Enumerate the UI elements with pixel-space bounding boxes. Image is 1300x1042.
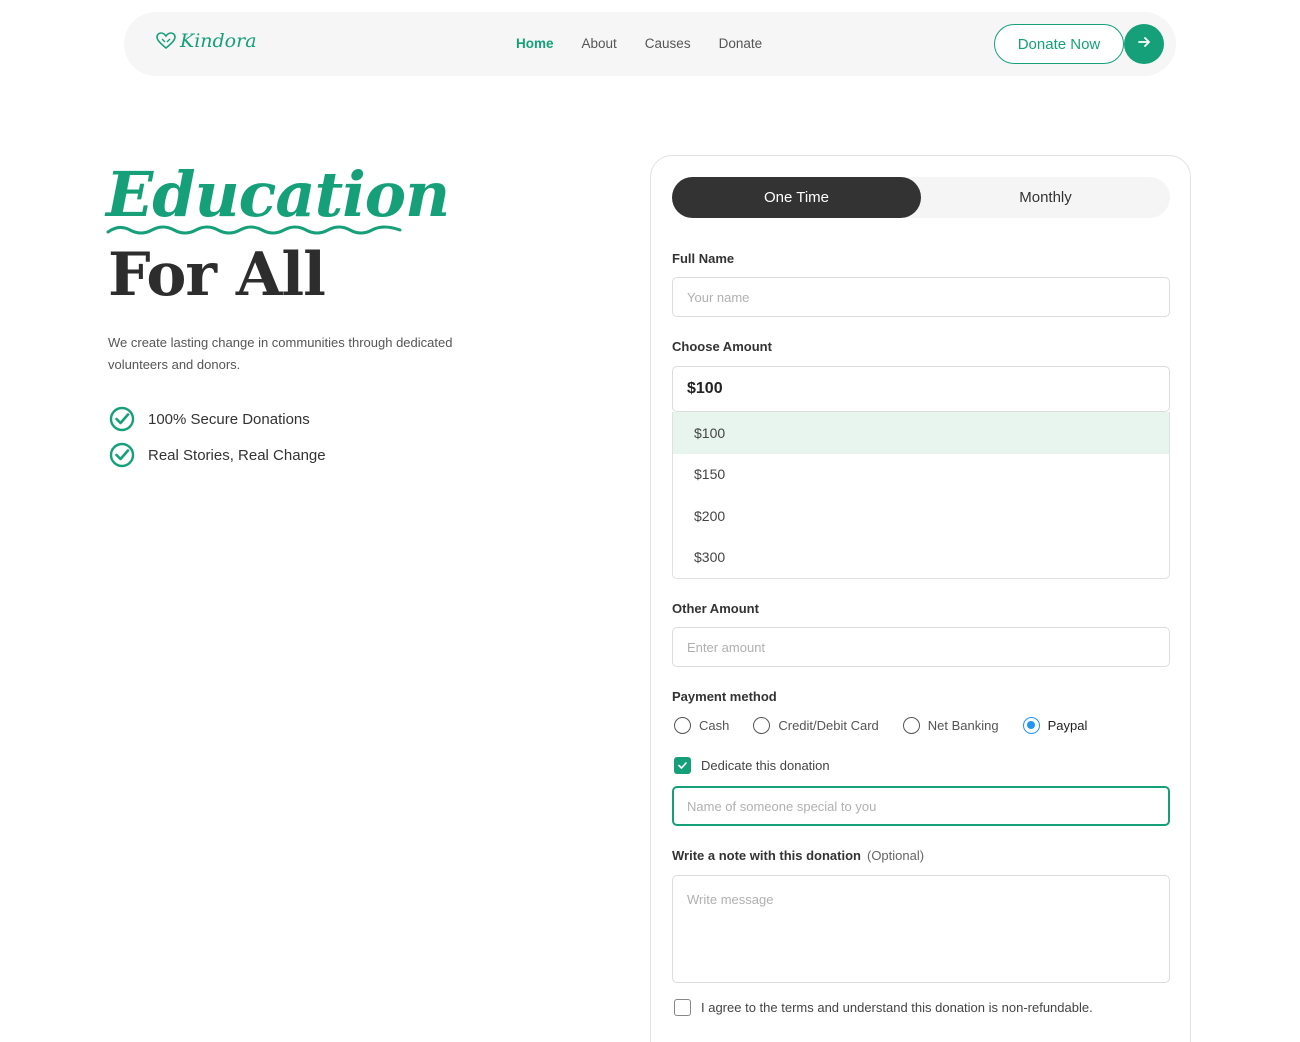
hero-title: For All — [108, 240, 326, 310]
nav-link-donate[interactable]: Donate — [719, 36, 763, 51]
radio-label: Credit/Debit Card — [778, 718, 879, 733]
radio-circle — [902, 717, 920, 734]
dedicate-row: Dedicate this donation — [674, 757, 830, 774]
toggle-one-time[interactable]: One Time — [672, 177, 921, 218]
check-circle-icon — [108, 441, 136, 469]
radio-circle — [753, 717, 771, 734]
feature-item: Real Stories, Real Change — [108, 441, 326, 469]
check-circle-icon — [108, 405, 136, 433]
navbar: Kindora Home About Causes Donate Donate … — [124, 12, 1176, 76]
nav-link-home[interactable]: Home — [516, 36, 554, 51]
radio-circle — [674, 717, 691, 734]
choose-amount-label: Choose Amount — [672, 339, 772, 354]
radio-label: Cash — [699, 718, 730, 733]
amount-dropdown: $100 $150 $200 $300 — [672, 412, 1170, 579]
radio-label: Paypal — [1047, 718, 1088, 733]
amount-option[interactable]: $300 — [673, 537, 1169, 579]
radio-label: Net Banking — [927, 718, 999, 733]
radio-paypal[interactable]: Paypal — [1022, 717, 1088, 734]
nav-link-causes[interactable]: Causes — [645, 36, 691, 51]
hero-title-accent: Education — [106, 158, 450, 231]
amount-option[interactable]: $200 — [673, 495, 1169, 537]
terms-label: I agree to the terms and understand this… — [701, 1000, 1093, 1015]
note-textarea[interactable] — [672, 875, 1170, 983]
amount-option[interactable]: $150 — [673, 454, 1169, 496]
frequency-toggle: One Time Monthly — [672, 177, 1170, 218]
nav-links: Home About Causes Donate — [516, 36, 762, 51]
payment-method-group: Cash Credit/Debit Card Net Banking Paypa… — [674, 717, 1087, 734]
note-label-text: Write a note with this donation — [672, 848, 861, 863]
arrow-right-icon — [1136, 34, 1152, 55]
wave-underline — [106, 225, 402, 235]
dedicate-checkbox[interactable] — [674, 757, 691, 774]
donate-now-button[interactable]: Donate Now — [994, 24, 1124, 64]
checkmark-icon — [678, 762, 687, 769]
radio-card[interactable]: Credit/Debit Card — [753, 717, 879, 734]
payment-method-label: Payment method — [672, 689, 777, 704]
nav-link-about[interactable]: About — [582, 36, 617, 51]
dedicate-name-input[interactable] — [672, 786, 1170, 826]
feature-label: Real Stories, Real Change — [148, 446, 326, 464]
terms-checkbox[interactable] — [674, 999, 691, 1016]
hero-description: We create lasting change in communities … — [108, 335, 453, 372]
feature-label: 100% Secure Donations — [148, 410, 310, 428]
other-amount-label: Other Amount — [672, 601, 759, 616]
terms-row: I agree to the terms and understand this… — [674, 999, 1093, 1016]
toggle-monthly[interactable]: Monthly — [921, 177, 1170, 218]
heart-hands-icon — [156, 32, 176, 50]
feature-item: 100% Secure Donations — [108, 405, 310, 433]
amount-selected-value: $100 — [687, 380, 723, 397]
radio-net-banking[interactable]: Net Banking — [902, 717, 999, 734]
other-amount-input[interactable] — [672, 627, 1170, 667]
logo[interactable]: Kindora — [156, 30, 257, 52]
dedicate-label: Dedicate this donation — [701, 758, 830, 773]
note-optional-text: (Optional) — [866, 848, 925, 863]
full-name-label: Full Name — [672, 251, 735, 266]
full-name-input[interactable] — [672, 277, 1170, 317]
note-label: Write a note with this donation (Optional… — [672, 848, 924, 863]
radio-circle — [1022, 717, 1040, 734]
donation-form-card: One Time Monthly Full Name Choose Amount… — [650, 155, 1191, 1042]
arrow-button[interactable] — [1124, 24, 1164, 64]
logo-text: Kindora — [180, 30, 257, 52]
radio-cash[interactable]: Cash — [674, 717, 729, 734]
amount-option[interactable]: $100 — [673, 412, 1169, 454]
amount-select[interactable]: $100 — [672, 366, 1170, 412]
